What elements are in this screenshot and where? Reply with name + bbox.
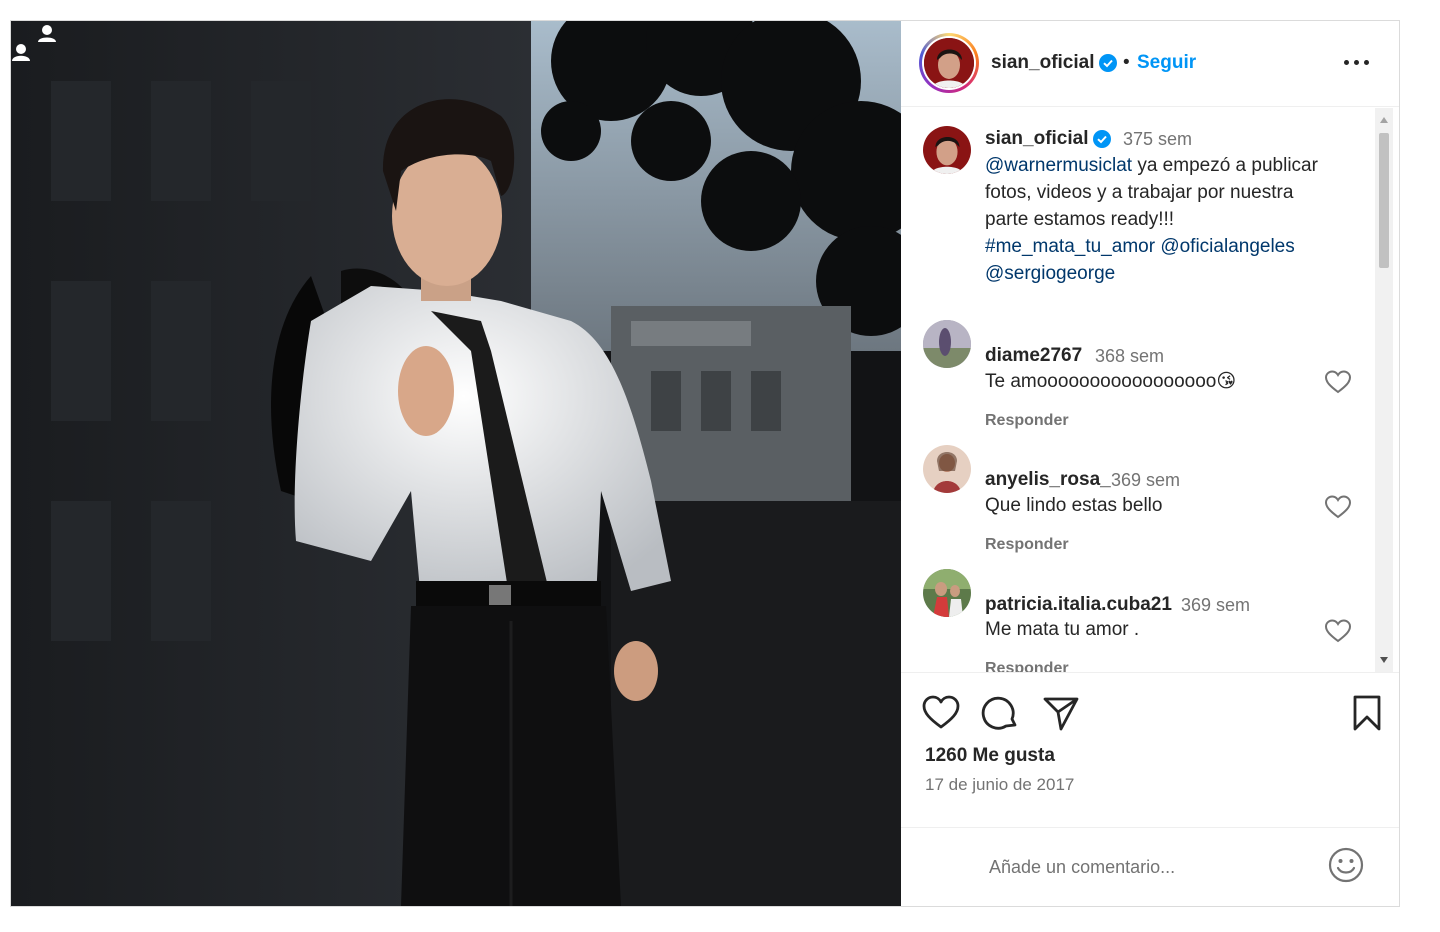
more-options-icon[interactable] — [1341, 49, 1373, 75]
photo-illustration — [11, 21, 901, 906]
comment-input[interactable] — [989, 850, 1309, 884]
tagged-users-icon[interactable] — [11, 21, 63, 73]
comment-time[interactable]: 368 sem — [1095, 346, 1164, 367]
comment-time[interactable]: 369 sem — [1111, 470, 1180, 491]
reply-button[interactable]: Responder — [985, 660, 1069, 672]
comment-text: Te amooooooooooooooooo😘 — [985, 371, 1237, 392]
comment-like-heart-icon[interactable] — [1325, 370, 1351, 394]
reply-button[interactable]: Responder — [985, 412, 1069, 430]
author-avatar[interactable] — [919, 33, 979, 93]
scroll-up-arrow-icon[interactable] — [1380, 117, 1388, 123]
reply-button[interactable]: Responder — [985, 536, 1069, 554]
comment-like-heart-icon[interactable] — [1325, 495, 1351, 519]
follow-button[interactable]: Seguir — [1137, 52, 1196, 74]
scroll-thumb[interactable] — [1379, 133, 1389, 268]
verified-badge-icon — [1093, 130, 1111, 148]
comment-username[interactable]: patricia.italia.cuba21 — [985, 594, 1172, 616]
separator-dot: • — [1123, 52, 1130, 73]
comment-like-heart-icon[interactable] — [1325, 619, 1351, 643]
mention-link[interactable]: @sergiogeorge — [985, 263, 1115, 284]
verified-badge-icon — [1099, 54, 1117, 72]
post-side-panel: sian_oficial • Seguir sian_oficial 375 s… — [901, 21, 1399, 906]
heart-icon[interactable] — [921, 693, 961, 733]
smiley-icon[interactable] — [1327, 846, 1365, 884]
comment-username[interactable]: diame2767 — [985, 345, 1082, 367]
hashtag-link[interactable]: #me_mata_tu_amor — [985, 236, 1155, 257]
commenter-avatar[interactable] — [923, 320, 971, 368]
caption-text: @warnermusiclat ya empezó a publicar fot… — [985, 152, 1365, 287]
caption-line: fotos, videos y a trabajar por nuestra — [985, 182, 1294, 203]
post-actions — [901, 689, 1399, 749]
scroll-down-arrow-icon[interactable] — [1380, 657, 1388, 663]
caption-time[interactable]: 375 sem — [1123, 129, 1192, 150]
post-date[interactable]: 17 de junio de 2017 — [925, 775, 1074, 795]
post-modal: sian_oficial • Seguir sian_oficial 375 s… — [10, 20, 1400, 907]
paper-plane-icon[interactable] — [1041, 693, 1081, 733]
author-username[interactable]: sian_oficial — [991, 52, 1095, 74]
commenter-avatar[interactable] — [923, 569, 971, 617]
post-header: sian_oficial • Seguir — [901, 21, 1399, 107]
caption-line: ya empezó a publicar — [1132, 155, 1318, 176]
comment-bubble-icon[interactable] — [981, 693, 1021, 733]
caption-username[interactable]: sian_oficial — [985, 128, 1089, 150]
caption-line: parte estamos ready!!! — [985, 209, 1175, 230]
comments-section[interactable]: sian_oficial 375 sem @warnermusiclat ya … — [901, 108, 1399, 673]
comments-scrollbar[interactable] — [1375, 108, 1393, 672]
comment-time[interactable]: 369 sem — [1181, 595, 1250, 616]
mention-link[interactable]: @warnermusiclat — [985, 155, 1132, 176]
post-photo[interactable] — [11, 21, 901, 906]
commenter-avatar[interactable] — [923, 445, 971, 493]
comment-username[interactable]: anyelis_rosa_ — [985, 469, 1111, 491]
add-comment-bar — [901, 827, 1399, 906]
mention-link[interactable]: @oficialangeles — [1160, 236, 1294, 257]
comment-text: Me mata tu amor . — [985, 619, 1140, 640]
caption-author-avatar[interactable] — [923, 126, 971, 174]
likes-count[interactable]: 1260 Me gusta — [925, 745, 1055, 767]
bookmark-icon[interactable] — [1347, 693, 1387, 733]
comment-text: Que lindo estas bello — [985, 495, 1163, 516]
